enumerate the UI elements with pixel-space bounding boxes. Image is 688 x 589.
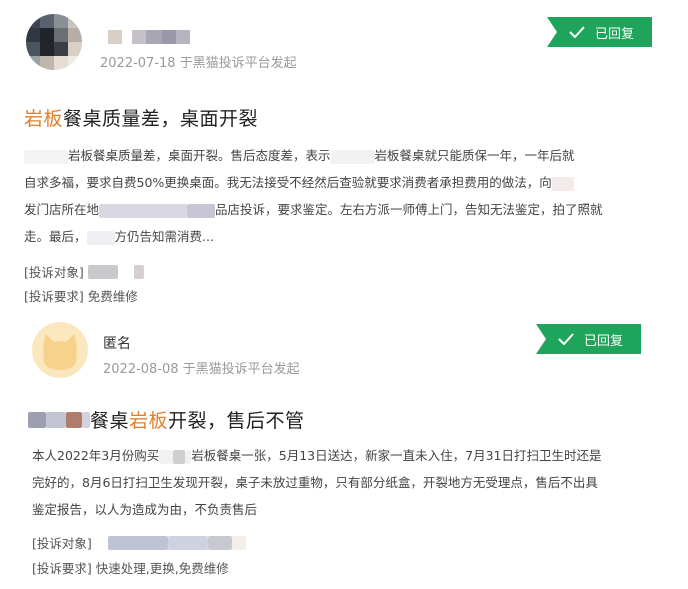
check-icon [558,333,574,345]
complaint-target: [投诉对象] [32,533,246,552]
complaint-title[interactable]: 餐桌 岩板 开裂，售后不管 [28,406,305,433]
complaint-body: 岩板餐桌质量差，桌面开裂。售后态度差，表示 岩板餐桌就只能质保一年，一年后就 自求… [24,148,603,245]
user-name[interactable]: 匿名 [103,333,131,353]
complaint-title[interactable]: 岩板餐桌质量差，桌面开裂 [24,104,258,131]
user-avatar[interactable] [26,14,82,70]
complaint-request: [投诉要求] 快速处理,更换,免费维修 [32,561,229,576]
complaint-date: 2022-07-18 于黑猫投诉平台发起 [100,56,297,71]
complaint-request: [投诉要求] 免费维修 [24,289,138,304]
complaint-body: 本人2022年3月份购买 岩板餐桌一张，5月13日送达，新家一直未入住，7月31日… [32,448,602,517]
complaint-target: [投诉对象] [24,262,144,281]
complaint-card-1[interactable]: 2022-07-18 于黑猫投诉平台发起 已回复 岩板餐桌质量差，桌面开裂 岩板… [0,0,688,318]
status-badge: 已回复 [547,17,653,47]
complaint-date: 2022-08-08 于黑猫投诉平台发起 [103,362,300,377]
complaint-card-2[interactable]: 匿名 2022-08-08 于黑猫投诉平台发起 已回复 餐桌 岩板 开裂，售后不管 … [0,318,688,589]
cat-avatar-icon [43,334,77,370]
check-icon [569,26,585,38]
user-avatar[interactable] [32,322,88,378]
user-name-redacted [108,30,190,44]
status-badge: 已回复 [536,324,642,354]
